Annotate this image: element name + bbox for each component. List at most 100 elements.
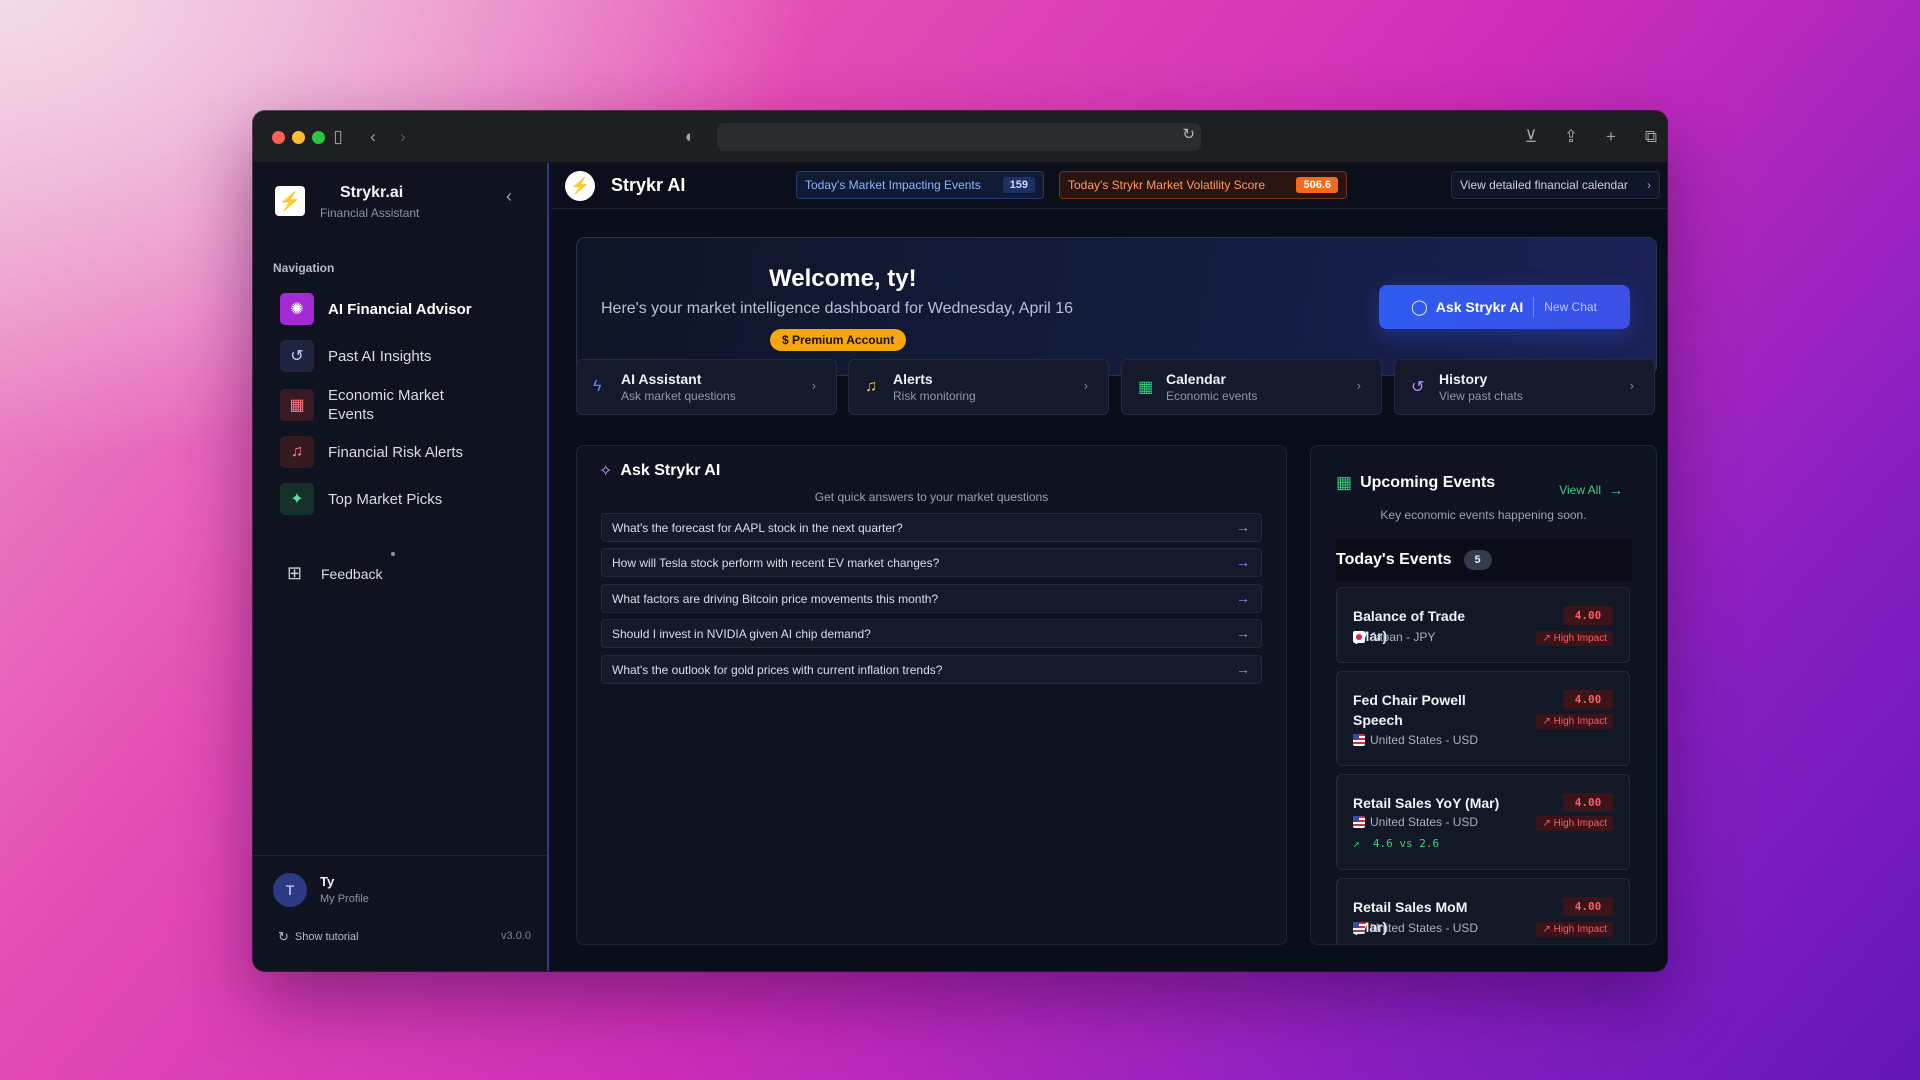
chevron-right-icon: › [1629, 378, 1634, 393]
main-content: ⚡ Strykr AI Today's Market Impacting Eve… [551, 163, 1667, 971]
welcome-subtitle: Here's your market intelligence dashboar… [601, 300, 1074, 317]
event-card[interactable]: Retail Sales YoY (Mar) United States - U… [1336, 774, 1630, 870]
quick-card-ai-assistant[interactable]: ϟ AI Assistant Ask market questions › [576, 359, 837, 415]
suggested-question[interactable]: Should I invest in NVIDIA given AI chip … [601, 619, 1262, 648]
sidebar-item-label: Past AI Insights [328, 347, 432, 365]
nav-section-title: Navigation [273, 261, 335, 275]
reload-icon[interactable]: ↻ [1182, 125, 1195, 143]
sidebar-item-financial-risk-alerts[interactable]: ♫ Financial Risk Alerts [280, 432, 530, 472]
suggested-question[interactable]: What's the forecast for AAPL stock in th… [601, 513, 1262, 542]
event-country: United States - USD [1353, 733, 1478, 747]
address-bar[interactable]: ↻ [717, 123, 1201, 151]
suggested-question[interactable]: How will Tesla stock perform with recent… [601, 548, 1262, 577]
event-country-label: United States - USD [1370, 815, 1479, 829]
event-country: United States - USD [1353, 815, 1478, 829]
sidebar-item-label: AI Financial Advisor [328, 300, 472, 318]
arrow-right-icon: → [1236, 590, 1250, 606]
actual-value: 4.6 vs 2.6 [1372, 837, 1440, 850]
event-name: Retail Sales YoY (Mar) [1353, 795, 1500, 811]
event-country-label: United States - USD [1370, 733, 1479, 747]
calendar-icon: ▦ [280, 389, 314, 421]
question-text: What's the outlook for gold prices with … [612, 662, 943, 677]
sidebar-item-label: Financial Risk Alerts [328, 443, 464, 461]
event-card[interactable]: Balance of Trade (Mar) Japan - JPY 4.00 … [1336, 587, 1630, 663]
user-name[interactable]: Ty [320, 874, 334, 889]
sidebar-item-top-market-picks[interactable]: ✦ Top Market Picks [280, 479, 530, 519]
sidebar-toggle-icon[interactable]: ▯ [326, 125, 350, 149]
calendar-icon: ▦ [1138, 379, 1154, 396]
welcome-title: Welcome, ty! [769, 265, 917, 292]
zoom-window-button[interactable] [312, 131, 325, 144]
close-window-button[interactable] [272, 131, 285, 144]
bolt-icon: ϟ [593, 378, 602, 395]
back-icon[interactable]: ‹ [361, 125, 385, 149]
app-header: ⚡ Strykr AI Today's Market Impacting Eve… [551, 163, 1667, 209]
trend-up-icon: ↗ [1542, 716, 1554, 727]
sidebar-item-label: Top Market Picks [328, 490, 443, 508]
todays-events-header: Today's Events 5 [1336, 539, 1632, 581]
quick-card-subtitle: Risk monitoring [893, 388, 976, 403]
market-events-pill[interactable]: Today's Market Impacting Events 159 [796, 171, 1044, 199]
impact-label: High Impact [1553, 924, 1607, 935]
brand-name: Strykr.ai [340, 184, 404, 201]
quick-card-history[interactable]: ↺ History View past chats › [1394, 359, 1655, 415]
forward-icon[interactable]: › [391, 125, 415, 149]
ask-panel-subtitle: Get quick answers to your market questio… [814, 490, 1049, 504]
impact-label: High Impact [1553, 633, 1607, 644]
calendar-icon: ▦ [1336, 473, 1353, 492]
sidebar-item-label: Economic Market Events [328, 387, 444, 423]
market-events-count: 159 [1002, 177, 1035, 193]
history-icon: ↺ [280, 340, 314, 372]
event-card[interactable]: Fed Chair Powell Speech United States - … [1336, 671, 1630, 766]
collapse-sidebar-icon[interactable]: ‹ [506, 186, 512, 207]
sidebar-item-economic-market-events[interactable]: ▦ Economic Market Events [280, 385, 530, 425]
financial-calendar-link[interactable]: View detailed financial calendar › [1451, 171, 1660, 199]
volatility-score: 506.6 [1296, 177, 1338, 193]
view-all-label: View All [1559, 483, 1601, 497]
event-card[interactable]: Retail Sales MoM (Mar) United States - U… [1336, 878, 1630, 944]
trend-up-icon: ↗ [1542, 818, 1554, 829]
app-title: Strykr AI [611, 175, 686, 195]
sidebar-item-past-ai-insights[interactable]: ↺ Past AI Insights [280, 336, 530, 376]
download-icon[interactable]: ⊻ [1519, 125, 1543, 149]
quick-card-title: AI Assistant [621, 370, 702, 387]
bell-icon: ♫ [280, 436, 314, 468]
refresh-icon: ↻ [278, 929, 289, 944]
sidebar-item-ai-financial-advisor[interactable]: ✺ AI Financial Advisor [280, 289, 530, 329]
feedback-icon: ⊞ [287, 563, 303, 583]
quick-card-title: History [1439, 370, 1488, 387]
arrow-right-icon: → [1236, 519, 1250, 535]
history-icon: ↺ [1411, 379, 1425, 396]
impact-label: High Impact [1553, 716, 1607, 727]
ask-strykr-ai-button[interactable]: ◯ Ask Strykr AI New Chat [1379, 285, 1630, 329]
avatar[interactable]: T [273, 873, 307, 907]
trend-up-icon: ↗ [1542, 633, 1554, 644]
suggested-question[interactable]: What's the outlook for gold prices with … [601, 655, 1262, 684]
chevron-right-icon: › [1083, 378, 1088, 393]
sidebar-footer: T Ty My Profile ↻ Show tutorial v3.0.0 [253, 855, 547, 971]
app-version: v3.0.0 [501, 930, 531, 942]
impact-badge: ↗ High Impact [1536, 631, 1613, 646]
volatility-score-pill[interactable]: Today's Strykr Market Volatility Score 5… [1059, 171, 1347, 199]
minimize-window-button[interactable] [292, 131, 305, 144]
events-panel-title: Upcoming Events [1360, 474, 1496, 491]
quick-card-alerts[interactable]: ♫ Alerts Risk monitoring › [848, 359, 1109, 415]
impact-label: High Impact [1553, 818, 1607, 829]
feedback-button[interactable]: ⊞ Feedback [287, 563, 382, 584]
new-tab-icon[interactable]: + [1599, 125, 1623, 149]
suggested-question[interactable]: What factors are driving Bitcoin price m… [601, 584, 1262, 613]
view-all-link[interactable]: View All → [1559, 482, 1623, 498]
new-chat-label: New Chat [1544, 300, 1597, 314]
event-name: Fed Chair Powell Speech [1353, 692, 1466, 728]
show-tutorial-button[interactable]: ↻ Show tutorial [278, 929, 359, 945]
trend-up-icon: ↗ [1542, 924, 1554, 935]
share-icon[interactable]: ⇪ [1559, 125, 1583, 149]
tab-overview-icon[interactable]: ⧉ [1639, 125, 1663, 149]
us-flag-icon [1353, 922, 1365, 934]
events-panel-subtitle: Key economic events happening soon. [1380, 508, 1587, 522]
privacy-shield-icon[interactable]: ◐ [678, 125, 702, 149]
arrow-right-icon: → [1236, 661, 1250, 677]
quick-card-calendar[interactable]: ▦ Calendar Economic events › [1121, 359, 1382, 415]
quick-card-subtitle: View past chats [1439, 388, 1523, 403]
user-profile-link[interactable]: My Profile [320, 893, 369, 905]
